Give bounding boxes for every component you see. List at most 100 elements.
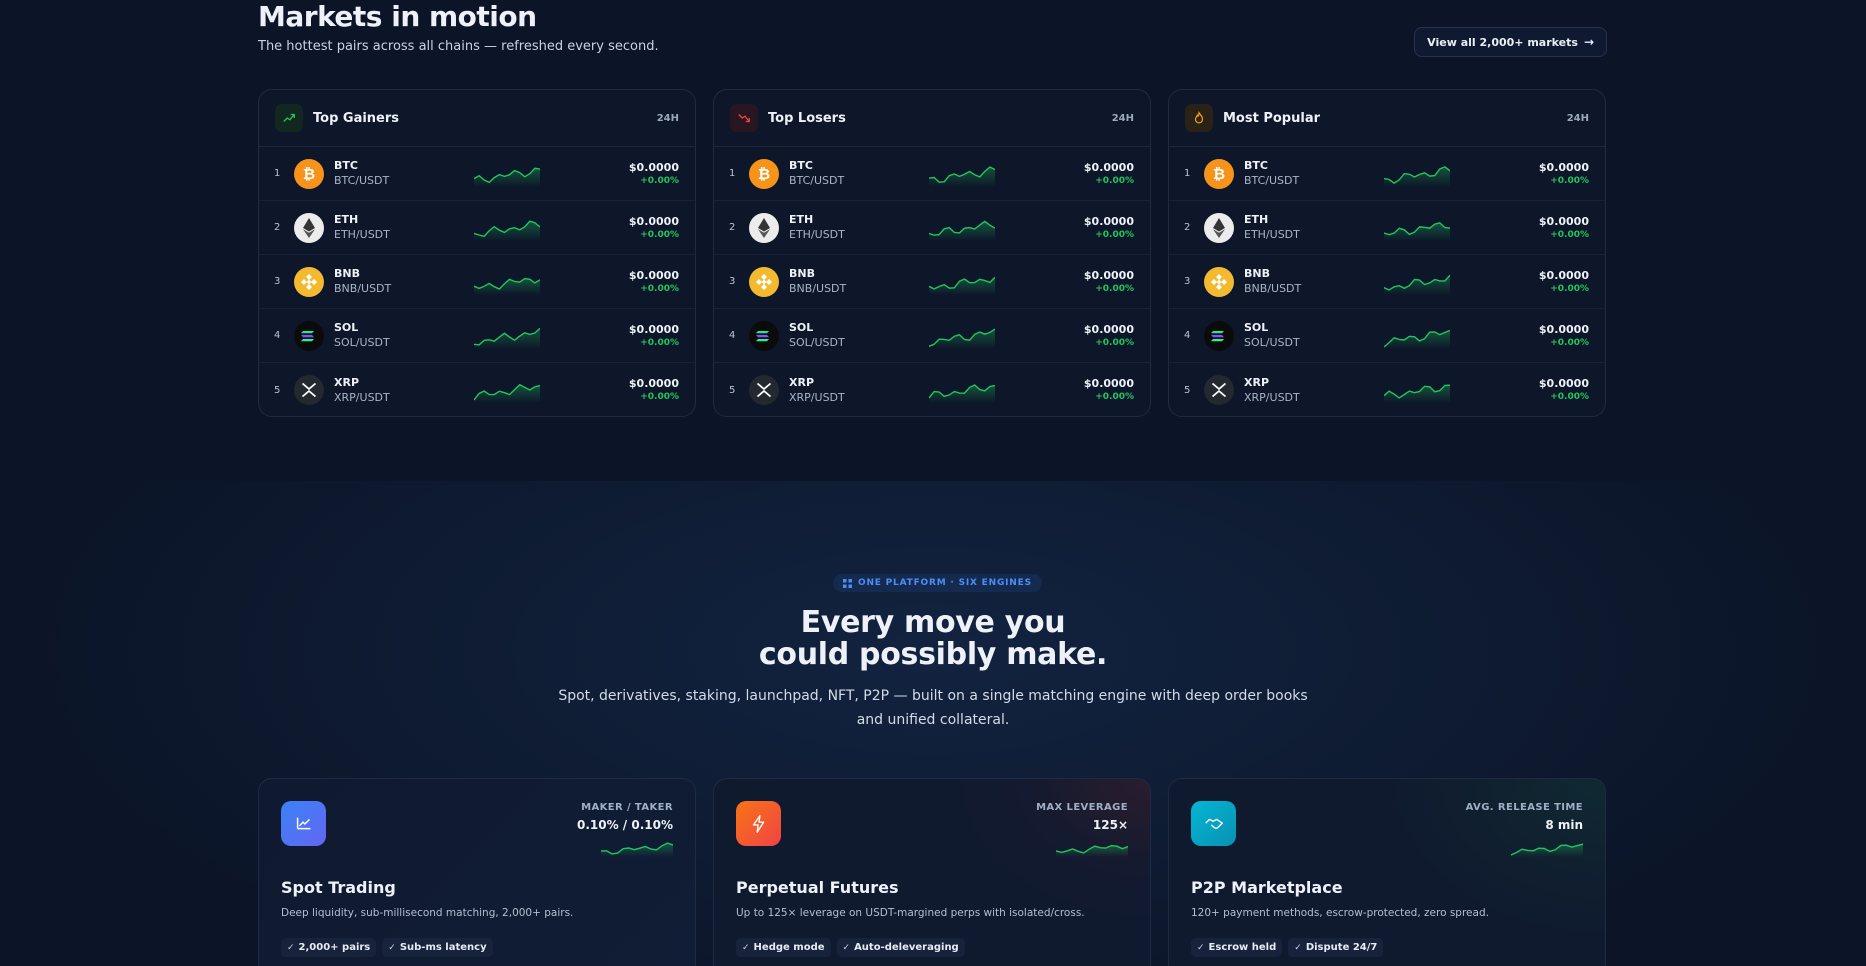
check-icon: ✓ [842,942,851,953]
row-change: +0.00% [1095,337,1134,348]
market-card-top-gainers: Top Gainers 24H 1 ₿ BTC BTC/USDT $0.0000 +0.00%… [258,89,696,417]
row-values: $0.0000 +0.00% [1539,161,1589,187]
row-rank: 4 [729,330,736,341]
row-symbol: BNB [1244,267,1270,280]
market-row[interactable]: 4 SOL SOL/USDT $0.0000 +0.00% [259,309,695,363]
feature-title: P2P Marketplace [1191,878,1343,897]
row-names: XRP XRP/USDT [334,375,474,406]
market-row[interactable]: 5 XRP XRP/USDT $0.0000 +0.00% [259,363,695,416]
row-rank: 3 [274,276,281,287]
row-pair: SOL/USDT [334,336,390,349]
market-row[interactable]: 5 XRP XRP/USDT $0.0000 +0.00% [1169,363,1605,416]
row-values: $0.0000 +0.00% [1539,215,1589,241]
chip-label: Hedge mode [753,942,825,953]
feature-card-p2p-marketplace[interactable]: AVG. RELEASE TIME 8 min P2P Marketplace 120… [1168,778,1606,966]
row-sparkline [474,383,540,403]
row-values: $0.0000 +0.00% [1084,377,1134,403]
handshake-icon [1191,801,1236,846]
headline-line-2: could possibly make. [758,637,1108,672]
row-values: $0.0000 +0.00% [1539,377,1589,403]
row-values: $0.0000 +0.00% [1084,323,1134,349]
svg-text:₿: ₿ [303,165,315,183]
row-names: SOL SOL/USDT [334,320,474,351]
row-price: $0.0000 [628,268,679,282]
feature-chip: ✓ Hedge mode [736,938,831,957]
row-price: $0.0000 [1083,214,1134,228]
row-names: BNB BNB/USDT [1244,266,1384,297]
market-row[interactable]: 2 ETH ETH/USDT $0.0000 +0.00% [259,201,695,255]
market-row[interactable]: 4 SOL SOL/USDT $0.0000 +0.00% [714,309,1150,363]
row-sparkline [1384,274,1450,295]
row-values: $0.0000 +0.00% [629,215,679,241]
check-icon: ✓ [1294,942,1302,953]
arrow-right-icon: → [1583,35,1594,49]
row-rank: 2 [274,222,281,233]
row-price: $0.0000 [628,322,679,336]
row-rank: 1 [1184,168,1191,179]
view-all-markets-button[interactable]: View all 2,000+ markets → [1414,27,1607,57]
stat-sparkline [601,842,673,857]
row-price: $0.0000 [1083,160,1134,174]
row-price: $0.0000 [1083,322,1134,336]
feature-card-perpetual-futures[interactable]: MAX LEVERAGE 125× Perpetual Futures Up to 1… [713,778,1151,966]
feature-card-spot-trading[interactable]: MAKER / TAKER 0.10% / 0.10% Spot Trading De… [258,778,696,966]
market-card-top-losers: Top Losers 24H 1 ₿ BTC BTC/USDT $0.0000 +0.00% 2… [713,89,1151,417]
engines-section: ONE PLATFORM · SIX ENGINES Every move yo… [0,481,1866,966]
row-pair: BTC/USDT [789,174,845,187]
row-change: +0.00% [640,283,679,294]
trend-up-icon [275,104,303,132]
row-change: +0.00% [1550,175,1589,186]
row-values: $0.0000 +0.00% [1539,323,1589,349]
row-sparkline [474,167,540,187]
platform-badge: ONE PLATFORM · SIX ENGINES [833,574,1042,592]
check-icon: ✓ [388,942,396,953]
card-header: Most Popular 24H [1169,90,1605,147]
row-symbol: ETH [789,213,814,226]
check-icon: ✓ [742,942,750,953]
stat-value: 8 min [1545,818,1583,832]
row-price: $0.0000 [1083,377,1134,390]
market-row[interactable]: 2 ETH ETH/USDT $0.0000 +0.00% [714,201,1150,255]
row-rank: 2 [1184,222,1191,233]
svg-text:₿: ₿ [1213,165,1225,183]
row-names: ETH ETH/USDT [334,212,474,243]
sol-coin-icon [1204,320,1234,351]
row-change: +0.00% [640,392,679,402]
market-row[interactable]: 3 BNB BNB/USDT $0.0000 +0.00% [714,255,1150,309]
row-values: $0.0000 +0.00% [1084,269,1134,295]
eth-coin-icon [749,212,779,243]
btc-coin-icon: ₿ [1204,158,1234,189]
row-names: BNB BNB/USDT [334,266,474,297]
card-title: Top Losers [768,110,846,126]
btc-coin-icon: ₿ [749,158,779,189]
market-row[interactable]: 3 BNB BNB/USDT $0.0000 +0.00% [259,255,695,309]
badge-label: ONE PLATFORM · SIX ENGINES [858,578,1032,588]
feature-chip: ✓ Sub-ms latency [382,938,493,957]
row-names: BTC BTC/USDT [334,158,474,189]
market-row[interactable]: 1 ₿ BTC BTC/USDT $0.0000 +0.00% [1169,147,1605,201]
feature-description: Up to 125× leverage on USDT-margined per… [736,907,1085,919]
row-sparkline [1384,329,1450,349]
row-change: +0.00% [640,229,679,240]
row-names: BNB BNB/USDT [789,266,929,297]
row-symbol: SOL [334,321,359,334]
row-pair: ETH/USDT [1244,228,1300,241]
market-row[interactable]: 4 SOL SOL/USDT $0.0000 +0.00% [1169,309,1605,363]
row-change: +0.00% [1550,283,1589,294]
row-symbol: SOL [1244,321,1269,334]
market-row[interactable]: 3 BNB BNB/USDT $0.0000 +0.00% [1169,255,1605,309]
row-symbol: BNB [334,267,360,280]
row-sparkline [929,276,995,295]
row-pair: BTC/USDT [334,174,390,187]
market-row[interactable]: 1 ₿ BTC BTC/USDT $0.0000 +0.00% [259,147,695,201]
market-row[interactable]: 5 XRP XRP/USDT $0.0000 +0.00% [714,363,1150,416]
card-period: 24H [656,112,679,124]
view-all-label: View all 2,000+ markets [1427,35,1578,49]
market-row[interactable]: 1 ₿ BTC BTC/USDT $0.0000 +0.00% [714,147,1150,201]
bolt-icon [736,801,781,846]
row-sparkline [929,220,995,241]
row-values: $0.0000 +0.00% [629,377,679,403]
row-rank: 5 [274,384,281,396]
market-row[interactable]: 2 ETH ETH/USDT $0.0000 +0.00% [1169,201,1605,255]
row-sparkline [474,327,540,349]
